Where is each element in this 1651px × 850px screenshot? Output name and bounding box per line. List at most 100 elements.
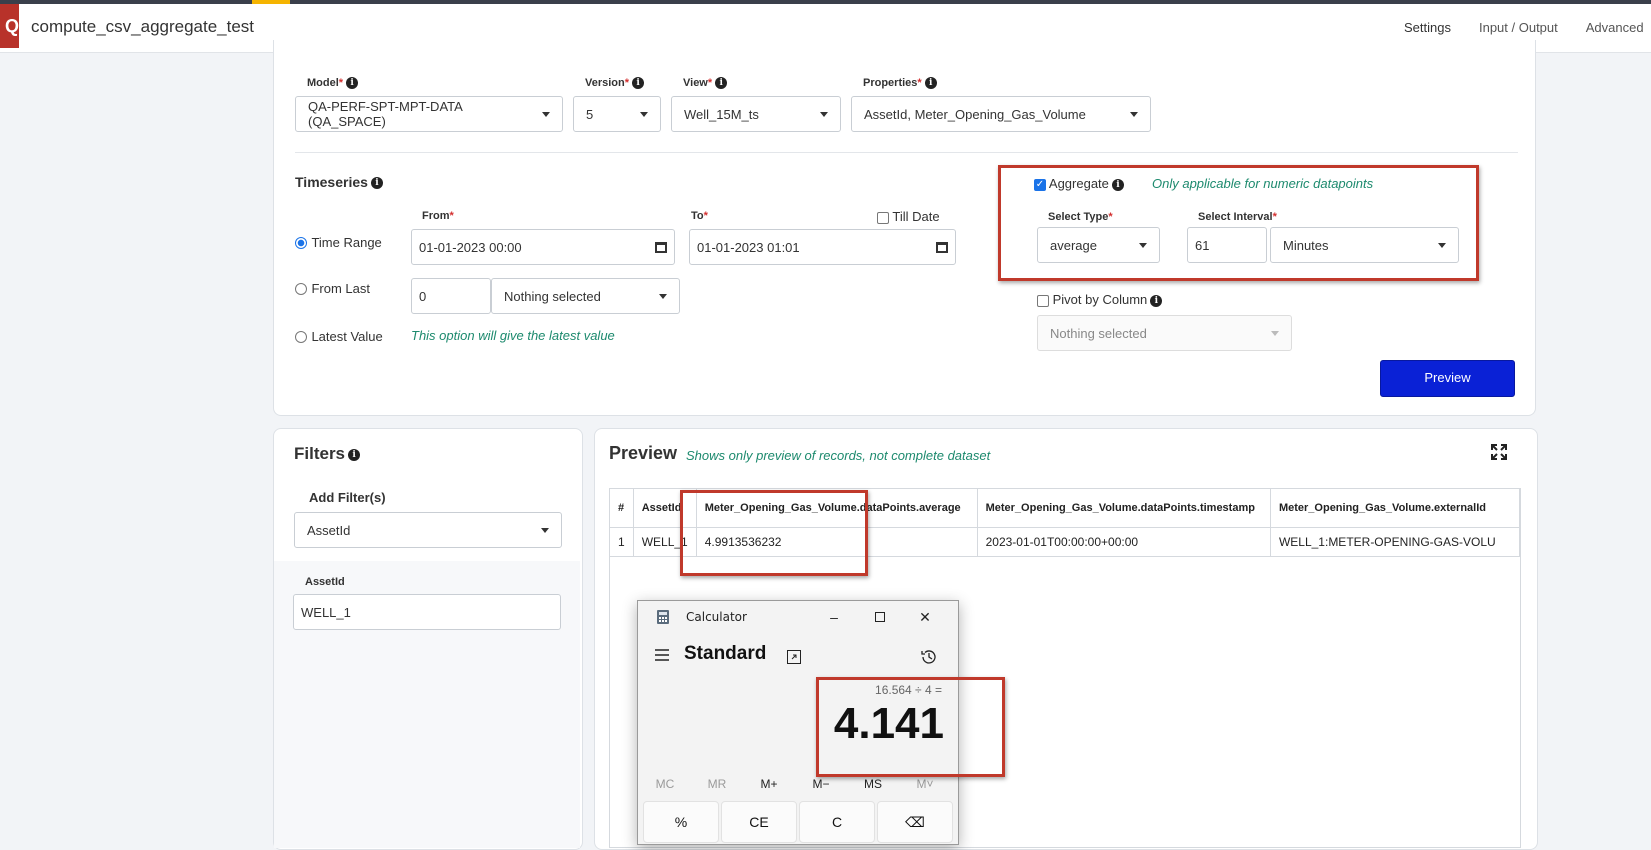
from-last-value: 0 <box>419 288 427 304</box>
time-range-label: Time Range <box>311 235 382 250</box>
keep-on-top-icon[interactable] <box>786 649 802 665</box>
clear-button[interactable]: C <box>799 801 875 843</box>
latest-value-option[interactable]: Latest Value <box>295 328 383 346</box>
from-last-option[interactable]: From Last <box>295 280 370 298</box>
pivot-option[interactable]: Pivot by Column i <box>1037 292 1163 307</box>
model-select[interactable]: QA-PERF-SPT-MPT-DATA (QA_SPACE) <box>295 96 563 132</box>
app-logo[interactable]: Q <box>0 4 19 48</box>
close-icon[interactable]: ✕ <box>915 607 935 627</box>
memory-subtract-button[interactable]: M− <box>801 777 841 791</box>
view-value: Well_15M_ts <box>684 106 759 122</box>
time-range-option[interactable]: Time Range <box>295 234 382 252</box>
version-select[interactable]: 5 <box>573 96 661 132</box>
chevron-down-icon <box>640 111 648 117</box>
from-last-unit-select[interactable]: Nothing selected <box>491 278 680 314</box>
memory-store-button[interactable]: MS <box>853 777 893 791</box>
chevron-down-icon <box>542 111 550 117</box>
memory-clear-button[interactable]: MC <box>645 777 685 791</box>
calculator-app-icon <box>656 609 670 625</box>
info-icon[interactable]: i <box>924 77 937 90</box>
assetid-filter-value: WELL_1 <box>301 604 351 620</box>
to-label: To* <box>691 210 708 222</box>
latest-value-radio[interactable] <box>295 330 307 343</box>
maximize-icon[interactable] <box>870 607 890 627</box>
highlight-box-aggregate <box>998 165 1479 281</box>
from-date-input[interactable]: 01-01-2023 00:00 <box>411 229 675 265</box>
add-filter-label: Add Filter(s) <box>309 490 386 505</box>
model-label: Model* i <box>307 77 359 90</box>
chevron-down-icon <box>1130 111 1138 117</box>
calculator-title: Calculator <box>686 610 747 624</box>
from-last-label: From Last <box>311 281 370 296</box>
info-icon[interactable]: i <box>348 448 361 461</box>
from-date-value: 01-01-2023 00:00 <box>419 239 522 255</box>
version-value: 5 <box>586 106 594 122</box>
section-divider <box>295 152 1518 153</box>
from-last-input[interactable]: 0 <box>411 278 491 314</box>
highlight-box-average <box>680 490 868 576</box>
properties-label: Properties* i <box>863 77 937 90</box>
memory-recall-button[interactable]: MR <box>697 777 737 791</box>
expand-icon[interactable] <box>1491 444 1507 460</box>
column-header[interactable]: Meter_Opening_Gas_Volume.externalId <box>1269 489 1520 528</box>
tab-advanced[interactable]: Advanced <box>1572 4 1651 52</box>
from-last-unit-value: Nothing selected <box>504 288 601 304</box>
latest-value-label: Latest Value <box>311 329 383 344</box>
app-title: compute_csv_aggregate_test <box>31 17 255 36</box>
time-range-radio[interactable] <box>295 236 307 249</box>
info-icon[interactable]: i <box>715 77 728 90</box>
add-filter-value: AssetId <box>307 522 351 538</box>
preview-note: Shows only preview of records, not compl… <box>686 448 991 463</box>
memory-list-button[interactable]: M˅ <box>905 777 945 791</box>
properties-value: AssetId, Meter_Opening_Gas_Volume <box>864 106 1086 122</box>
assetid-filter-label: AssetId <box>305 576 345 588</box>
latest-value-note: This option will give the latest value <box>411 328 615 343</box>
till-date-checkbox[interactable] <box>877 211 889 224</box>
calendar-icon[interactable] <box>936 241 948 253</box>
backspace-button[interactable]: ⌫ <box>877 801 953 843</box>
chevron-down-icon <box>1271 330 1279 336</box>
view-label: View* i <box>683 77 728 90</box>
chevron-down-icon <box>659 293 667 299</box>
pivot-label: Pivot by Column <box>1052 292 1148 307</box>
preview-title: Preview <box>609 443 678 463</box>
add-filter-select[interactable]: AssetId <box>294 512 562 548</box>
view-select[interactable]: Well_15M_ts <box>671 96 841 132</box>
pivot-column-value: Nothing selected <box>1050 325 1147 341</box>
clear-entry-button[interactable]: CE <box>721 801 797 843</box>
to-date-value: 01-01-2023 01:01 <box>697 239 800 255</box>
properties-select[interactable]: AssetId, Meter_Opening_Gas_Volume <box>851 96 1151 132</box>
to-date-input[interactable]: 01-01-2023 01:01 <box>689 229 956 265</box>
calendar-icon[interactable] <box>655 241 667 253</box>
history-icon[interactable] <box>920 648 938 666</box>
timeseries-title: Timeseries i <box>295 174 383 190</box>
table-cell: 2023-01-01T00:00:00+00:00 <box>976 527 1271 557</box>
hamburger-menu-icon[interactable] <box>654 648 670 662</box>
version-label: Version* i <box>585 77 645 90</box>
table-cell: WELL_1:METER-OPENING-GAS-VOLU <box>1269 527 1520 557</box>
info-icon[interactable]: i <box>346 77 359 90</box>
table-cell: 1 <box>610 527 634 557</box>
column-header[interactable]: Meter_Opening_Gas_Volume.dataPoints.time… <box>976 489 1271 528</box>
till-date-option[interactable]: Till Date <box>877 209 940 224</box>
till-date-label: Till Date <box>892 209 940 224</box>
assetid-filter-input[interactable]: WELL_1 <box>293 594 561 630</box>
model-value: QA-PERF-SPT-MPT-DATA (QA_SPACE) <box>308 99 463 129</box>
chevron-down-icon <box>541 527 549 533</box>
highlight-box-result <box>816 677 1005 777</box>
filters-title: Filters i <box>294 444 361 464</box>
calculator-mode: Standard <box>684 643 767 664</box>
pivot-column-select[interactable]: Nothing selected <box>1037 315 1292 351</box>
memory-add-button[interactable]: M+ <box>749 777 789 791</box>
from-label: From* <box>422 210 454 222</box>
percent-button[interactable]: % <box>643 801 719 843</box>
from-last-radio[interactable] <box>295 282 307 295</box>
info-icon[interactable]: i <box>1150 294 1163 307</box>
info-icon[interactable]: i <box>370 177 383 190</box>
chevron-down-icon <box>820 111 828 117</box>
preview-button[interactable]: Preview <box>1380 360 1515 397</box>
minimize-icon[interactable]: – <box>824 607 844 627</box>
pivot-checkbox[interactable] <box>1037 294 1049 307</box>
column-header[interactable]: # <box>610 489 634 528</box>
info-icon[interactable]: i <box>632 77 645 90</box>
